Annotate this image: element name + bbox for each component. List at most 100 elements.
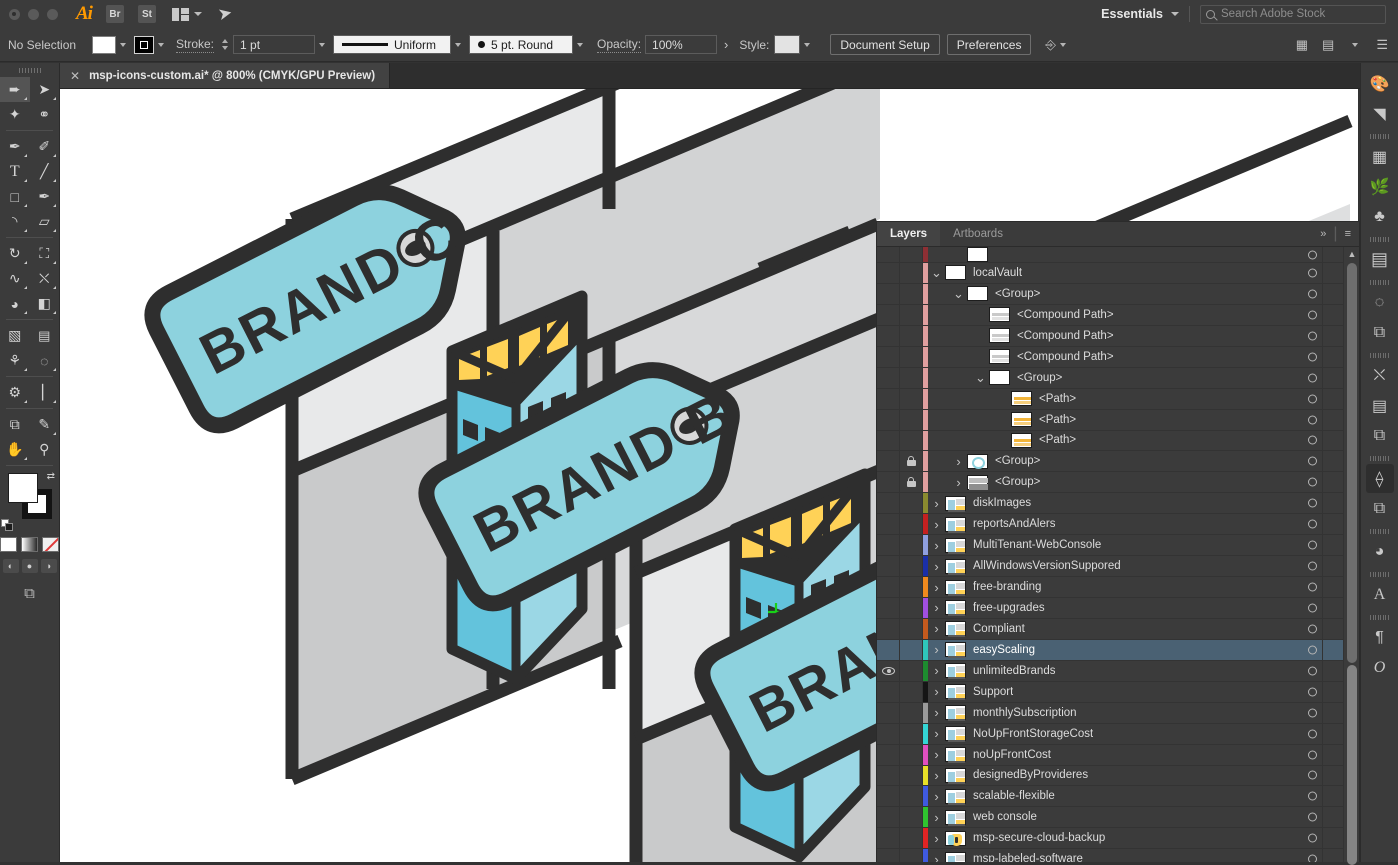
layer-target-indicator[interactable]	[1308, 394, 1317, 404]
dock-group-handle[interactable]	[1370, 232, 1389, 245]
none-fill-button[interactable]	[42, 537, 59, 552]
layer-row[interactable]: <Compound Path>	[877, 304, 1359, 326]
layer-target-indicator[interactable]	[1308, 833, 1317, 843]
layer-name-label[interactable]: <Compound Path>	[1017, 330, 1114, 342]
stroke-weight-stepper[interactable]	[220, 36, 229, 54]
chevron-right-icon[interactable]: ›	[928, 600, 945, 615]
collapse-panel-icon[interactable]: »	[1320, 228, 1326, 240]
chevron-right-icon[interactable]: ›	[928, 538, 945, 553]
magic-wand-tool[interactable]: ✦	[0, 102, 30, 127]
layer-row[interactable]: › Compliant	[877, 618, 1359, 640]
stroke-weight-chevron-icon[interactable]	[315, 36, 329, 54]
layer-row[interactable]: ⌄ localVault	[877, 263, 1359, 284]
curvature-tool[interactable]: ✐	[30, 134, 60, 159]
layer-target-indicator[interactable]	[1308, 624, 1317, 634]
pen-tool[interactable]: ✒	[0, 134, 30, 159]
shaper-tool[interactable]: ◝	[0, 209, 30, 234]
gradient-fill-button[interactable]	[21, 537, 38, 552]
layer-target-indicator[interactable]	[1308, 373, 1317, 383]
layer-name-label[interactable]: noUpFrontCost	[973, 749, 1051, 761]
stroke-profile-selector[interactable]: Uniform	[333, 35, 452, 54]
chevron-down-icon[interactable]: ⌄	[972, 370, 989, 386]
layer-row[interactable]: › Support	[877, 681, 1359, 703]
layer-row[interactable]: › noUpFrontCost	[877, 744, 1359, 766]
layer-name-label[interactable]: MultiTenant-WebConsole	[973, 539, 1101, 551]
layer-row[interactable]: <Path>	[877, 409, 1359, 431]
distribute-objects-icon[interactable]: ▤	[1322, 37, 1334, 53]
layer-target-indicator[interactable]	[1308, 415, 1317, 425]
layer-row[interactable]: <Path>	[877, 430, 1359, 452]
layer-row[interactable]: › free-branding	[877, 577, 1359, 598]
chevron-right-icon[interactable]: ›	[928, 810, 945, 825]
layer-target-indicator[interactable]	[1308, 540, 1317, 550]
search-input[interactable]	[1221, 8, 1380, 20]
stroke-swatch[interactable]	[134, 35, 154, 54]
eraser-tool[interactable]: ▱	[30, 209, 60, 234]
glyphs-panel-icon[interactable]: O	[1366, 653, 1394, 682]
layer-name-label[interactable]: msp-secure-cloud-backup	[973, 832, 1105, 844]
layers-list[interactable]: ⌄ localVault ⌄ <Group> <Compound Path> <Compo…	[877, 247, 1359, 862]
dock-group-handle[interactable]	[1370, 275, 1389, 288]
hand-tool[interactable]: ✋	[0, 437, 30, 462]
brush-definition-selector[interactable]: 5 pt. Round	[469, 35, 574, 54]
layer-target-indicator[interactable]	[1308, 812, 1317, 822]
dock-group-handle[interactable]	[1370, 567, 1389, 580]
dock-group-handle[interactable]	[1370, 129, 1389, 142]
layer-row[interactable]: <Compound Path>	[877, 325, 1359, 347]
layer-row[interactable]: › AllWindowsVersionSuppored	[877, 556, 1359, 578]
layer-row[interactable]: › <Group>	[877, 472, 1359, 494]
layer-name-label[interactable]: <Group>	[995, 455, 1040, 467]
tab-artboards[interactable]: Artboards	[940, 222, 1016, 246]
layer-target-indicator[interactable]	[1308, 687, 1317, 697]
type-tool[interactable]: T	[0, 159, 30, 184]
window-close-button[interactable]	[9, 8, 20, 20]
layer-target-indicator[interactable]	[1308, 519, 1317, 529]
align-panel-icon[interactable]: ▤	[1366, 391, 1394, 420]
layer-row[interactable]: › free-upgrades	[877, 598, 1359, 619]
character-panel-icon[interactable]: A	[1366, 580, 1394, 609]
layer-visibility-toggle[interactable]	[877, 666, 899, 675]
adobe-bird-icon[interactable]: ➤	[216, 3, 234, 26]
layer-name-label[interactable]: msp-labeled-software	[973, 853, 1083, 862]
chevron-right-icon[interactable]: ›	[928, 831, 945, 846]
mesh-tool[interactable]: ▧	[0, 323, 30, 348]
chevron-down-icon[interactable]: ⌄	[950, 286, 967, 302]
opacity-field[interactable]: 100%	[645, 35, 718, 54]
line-segment-tool[interactable]: ╱	[30, 159, 60, 184]
window-minimize-button[interactable]	[28, 8, 39, 20]
layer-name-label[interactable]: <Compound Path>	[1017, 351, 1114, 363]
edit-toolbar-button[interactable]: ⧉	[0, 573, 59, 602]
swap-fill-stroke-icon[interactable]: ⇄	[47, 471, 55, 482]
layer-name-label[interactable]: AllWindowsVersionSuppored	[973, 560, 1121, 572]
layer-lock-toggle[interactable]	[900, 456, 922, 467]
layer-target-indicator[interactable]	[1308, 603, 1317, 613]
layer-target-indicator[interactable]	[1308, 289, 1317, 299]
chevron-right-icon[interactable]: ›	[928, 789, 945, 804]
chevron-right-icon[interactable]: ›	[928, 517, 945, 532]
stroke-color-control[interactable]	[134, 35, 168, 54]
layer-row[interactable]: ⌄ <Group>	[877, 283, 1359, 305]
color-guide-panel-icon[interactable]: ◥	[1366, 99, 1394, 128]
normal-screen-mode-button[interactable]: ◐	[2, 559, 19, 573]
rectangle-tool[interactable]: □	[0, 184, 30, 209]
layer-row[interactable]: › msp-labeled-software	[877, 849, 1359, 862]
layer-name-label[interactable]: designedByProvideres	[973, 769, 1088, 781]
layer-row[interactable]: › monthlySubscription	[877, 702, 1359, 724]
free-transform-tool[interactable]: ⛌	[30, 266, 60, 291]
full-screen-menu-mode-button[interactable]: ●	[21, 559, 38, 573]
scroll-up-arrow-icon[interactable]: ▲	[1344, 247, 1360, 261]
fill-stroke-controls[interactable]: ⇄	[0, 471, 59, 535]
scale-tool[interactable]: ⛶	[30, 241, 60, 266]
stroke-panel-icon[interactable]: ◌	[1366, 288, 1394, 317]
layer-row[interactable]: ⌄ <Group>	[877, 367, 1359, 389]
window-maximize-button[interactable]	[47, 8, 58, 20]
graphic-style-swatch[interactable]	[774, 35, 801, 54]
gradient-tool[interactable]: ▤	[30, 323, 60, 348]
dock-group-handle[interactable]	[1370, 451, 1389, 464]
layer-row[interactable]: › MultiTenant-WebConsole	[877, 535, 1359, 557]
adobe-stock-search[interactable]	[1200, 4, 1386, 24]
panel-menu-icon[interactable]: ≡	[1345, 228, 1351, 240]
layer-row[interactable]: › reportsAndAlers	[877, 514, 1359, 536]
layer-target-indicator[interactable]	[1308, 498, 1317, 508]
layer-name-label[interactable]: free-branding	[973, 581, 1041, 593]
